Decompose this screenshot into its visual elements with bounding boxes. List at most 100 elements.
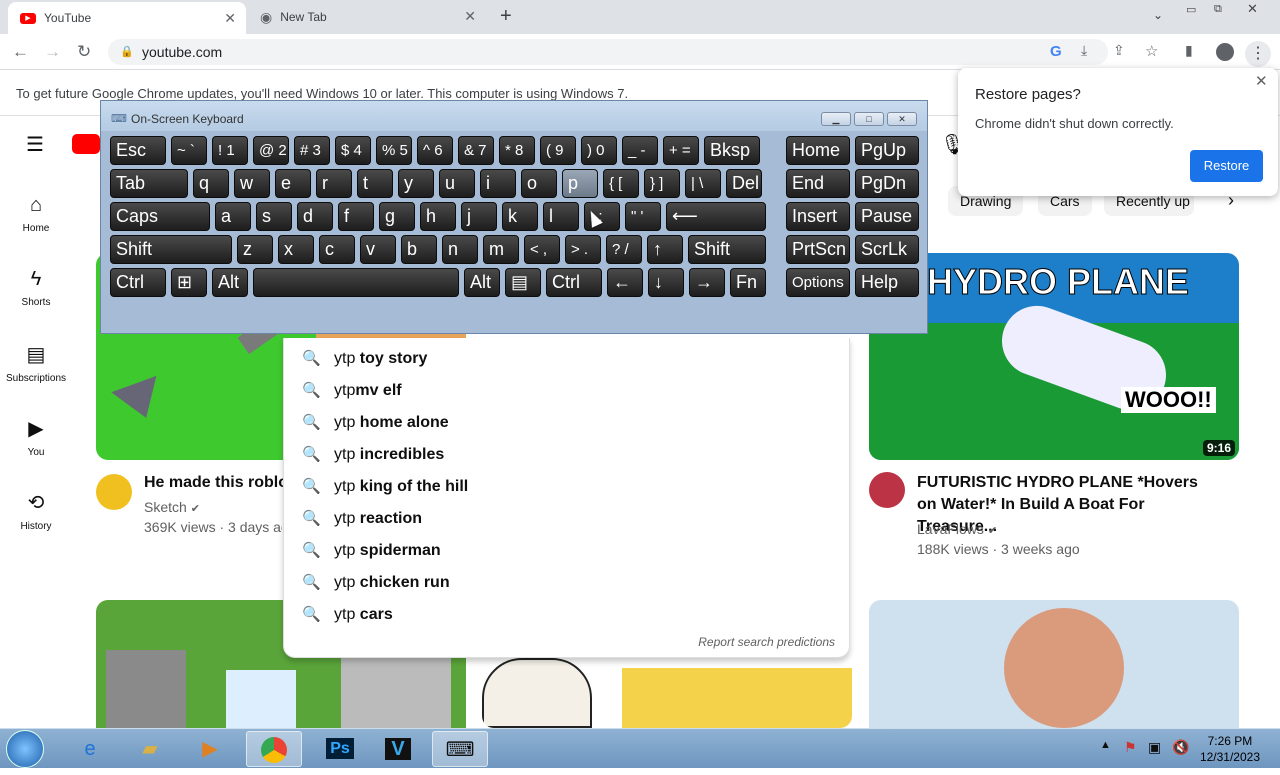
- osk-key[interactable]: Del: [726, 169, 762, 198]
- osk-key[interactable]: Ctrl: [110, 268, 166, 297]
- file-explorer-icon[interactable]: ▰: [122, 731, 178, 767]
- osk-key[interactable]: Shift: [688, 235, 766, 264]
- osk-key[interactable]: e: [275, 169, 311, 198]
- osk-key[interactable]: y: [398, 169, 434, 198]
- channel-name[interactable]: Sketch ✔: [144, 497, 200, 519]
- bookmark-star-icon[interactable]: ☆: [1145, 42, 1158, 60]
- osk-key[interactable]: Tab: [110, 169, 188, 198]
- osk-key[interactable]: ↑: [647, 235, 683, 264]
- profile-avatar-icon[interactable]: [1216, 43, 1234, 61]
- osk-key[interactable]: u: [439, 169, 475, 198]
- restore-button[interactable]: Restore: [1190, 150, 1263, 182]
- osk-key[interactable]: o: [521, 169, 557, 198]
- new-tab-button[interactable]: +: [500, 5, 512, 28]
- chrome-menu-icon[interactable]: ⋮: [1245, 41, 1271, 67]
- osk-key[interactable]: n: [442, 235, 478, 264]
- osk-key[interactable]: < ,: [524, 235, 560, 264]
- osk-minimize-button[interactable]: ▁: [821, 112, 851, 126]
- close-tab-icon[interactable]: ✕: [224, 10, 236, 27]
- osk-key[interactable]: End: [786, 169, 850, 198]
- osk-key[interactable]: b: [401, 235, 437, 264]
- restore-window-icon[interactable]: ⧉: [1214, 3, 1222, 16]
- sidebar-item-shorts[interactable]: ϟ Shorts: [0, 268, 72, 308]
- suggestion-item[interactable]: 🔍 ytp spiderman: [284, 535, 851, 567]
- osk-key[interactable]: ⊞: [171, 268, 207, 297]
- osk-key[interactable]: | \: [685, 169, 721, 198]
- osk-key[interactable]: Pause: [855, 202, 919, 231]
- osk-key[interactable]: Bksp: [704, 136, 760, 165]
- channel-avatar[interactable]: [96, 474, 132, 510]
- reload-icon[interactable]: ↻: [77, 42, 91, 62]
- osk-key[interactable]: Alt: [212, 268, 248, 297]
- osk-close-button[interactable]: ✕: [887, 112, 917, 126]
- osk-key[interactable]: ⟵: [666, 202, 766, 231]
- osk-key[interactable]: PrtScn: [786, 235, 850, 264]
- forward-icon[interactable]: →: [44, 42, 61, 62]
- osk-key[interactable]: > .: [565, 235, 601, 264]
- media-player-icon[interactable]: ▶: [182, 731, 238, 767]
- osk-key[interactable]: p: [562, 169, 598, 198]
- osk-key[interactable]: x: [278, 235, 314, 264]
- osk-key[interactable]: # 3: [294, 136, 330, 165]
- osk-key[interactable]: q: [193, 169, 229, 198]
- close-window-icon[interactable]: ✕: [1247, 1, 1258, 17]
- show-hidden-icons-chevron-icon[interactable]: ▲: [1100, 739, 1111, 751]
- suggestion-item[interactable]: 🔍 ytp home alone: [284, 407, 851, 439]
- osk-key[interactable]: ~ `: [171, 136, 207, 165]
- osk-key[interactable]: { [: [603, 169, 639, 198]
- osk-key[interactable]: ScrLk: [855, 235, 919, 264]
- report-predictions-link[interactable]: Report search predictions: [698, 635, 835, 649]
- osk-title-bar[interactable]: ⌨ On-Screen Keyboard ▁ □ ✕: [101, 101, 927, 131]
- osk-key[interactable]: ▤: [505, 268, 541, 297]
- osk-key[interactable]: PgUp: [855, 136, 919, 165]
- start-button-icon[interactable]: [6, 730, 44, 768]
- suggestion-item[interactable]: 🔍 ytp reaction: [284, 503, 851, 535]
- network-icon[interactable]: ▣: [1148, 739, 1161, 756]
- suggestion-item[interactable]: 🔍 ytp king of the hill: [284, 471, 851, 503]
- chrome-taskbar-icon[interactable]: [246, 731, 302, 767]
- osk-key[interactable]: ) 0: [581, 136, 617, 165]
- osk-key[interactable]: j: [461, 202, 497, 231]
- osk-key[interactable]: & 7: [458, 136, 494, 165]
- osk-key[interactable]: % 5: [376, 136, 412, 165]
- action-center-flag-icon[interactable]: ⚑: [1124, 739, 1137, 756]
- osk-key[interactable]: r: [316, 169, 352, 198]
- osk-key[interactable]: ( 9: [540, 136, 576, 165]
- sidebar-item-home[interactable]: ⌂ Home: [0, 194, 72, 234]
- osk-key[interactable]: ? /: [606, 235, 642, 264]
- vegas-icon[interactable]: V: [370, 731, 426, 767]
- sidebar-item-you[interactable]: ▶ You: [0, 416, 72, 458]
- osk-key[interactable]: Insert: [786, 202, 850, 231]
- osk-key[interactable]: @ 2: [253, 136, 289, 165]
- video-thumbnail[interactable]: [869, 600, 1239, 728]
- sidebar-item-history[interactable]: ⟲ History: [0, 490, 72, 532]
- youtube-logo-icon[interactable]: [72, 134, 100, 154]
- osk-key[interactable]: s: [256, 202, 292, 231]
- osk-key[interactable]: Shift: [110, 235, 232, 264]
- osk-key[interactable]: _ -: [622, 136, 658, 165]
- osk-key[interactable]: g: [379, 202, 415, 231]
- osk-key[interactable]: c: [319, 235, 355, 264]
- back-icon[interactable]: ←: [12, 42, 29, 62]
- osk-key[interactable]: [253, 268, 459, 297]
- system-clock[interactable]: 7:26 PM 12/31/2023: [1200, 733, 1260, 765]
- video-title[interactable]: He made this roblox: [144, 472, 284, 494]
- tab-youtube[interactable]: ▶ YouTube ✕: [8, 2, 246, 34]
- osk-key[interactable]: Options: [786, 268, 850, 297]
- osk-key[interactable]: w: [234, 169, 270, 198]
- share-icon[interactable]: ⇪: [1113, 42, 1125, 59]
- osk-key[interactable]: Caps: [110, 202, 210, 231]
- osk-key[interactable]: Home: [786, 136, 850, 165]
- hamburger-menu-icon[interactable]: ☰: [26, 132, 44, 157]
- osk-key[interactable]: ←: [607, 268, 643, 297]
- tab-new-tab[interactable]: ◉ New Tab ✕: [250, 0, 486, 34]
- osk-key[interactable]: a: [215, 202, 251, 231]
- osk-key[interactable]: v: [360, 235, 396, 264]
- osk-key[interactable]: f: [338, 202, 374, 231]
- tab-search-chevron-icon[interactable]: ⌄: [1153, 8, 1163, 22]
- osk-key[interactable]: } ]: [644, 169, 680, 198]
- install-icon[interactable]: ⤓: [1081, 42, 1087, 59]
- channel-name[interactable]: LavaFlows ✔: [917, 519, 997, 541]
- sidebar-item-subscriptions[interactable]: ▤ Subscriptions: [0, 342, 72, 384]
- on-screen-keyboard-taskbar-icon[interactable]: ⌨: [432, 731, 488, 767]
